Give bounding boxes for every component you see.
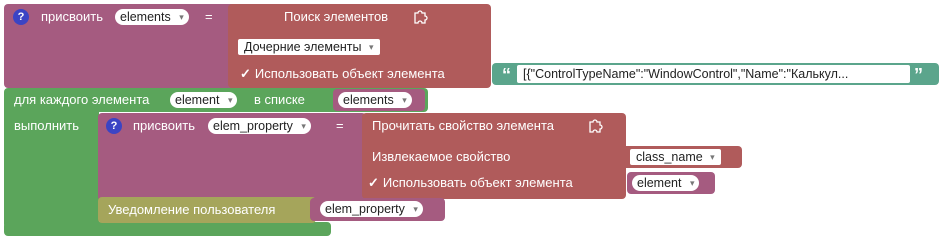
in-list-label: в списке [254,92,305,107]
assign-keyword: присвоить [41,9,104,24]
variable-dropdown-elem-property[interactable]: elem_property ▾ [208,118,311,134]
foreach-block-footer [4,222,331,236]
chevron-down-icon: ▾ [689,178,695,188]
chevron-down-icon: ▾ [402,95,407,105]
property-dropdown[interactable]: class_name ▾ [630,149,721,165]
puzzle-icon[interactable] [411,7,431,27]
puzzle-icon[interactable] [586,116,606,136]
check-icon: ✓ [240,66,251,81]
scope-dropdown[interactable]: Дочерние элементы ▾ [238,39,380,55]
equals-sign: = [336,118,344,133]
variable-name: elements [120,10,171,24]
text-content: [{"ControlTypeName":"WindowControl","Nam… [523,67,849,81]
scope-value: Дочерние элементы [244,40,362,54]
notify-label: Уведомление пользователя [108,202,276,217]
list-variable-dropdown[interactable]: elements ▾ [338,92,412,108]
chevron-down-icon: ▾ [710,152,715,162]
quote-close-icon: ” [914,65,923,85]
object-variable-dropdown[interactable]: element ▾ [632,175,700,191]
chevron-down-icon: ▾ [227,95,233,105]
use-object-label: Использовать объект элемента [382,175,573,190]
find-elements-title: Поиск элементов [284,9,389,24]
do-label: выполнить [14,118,79,133]
variable-dropdown-elements[interactable]: elements ▾ [115,9,189,25]
assign-keyword: присвоить [133,118,196,133]
chevron-down-icon: ▾ [413,204,418,214]
chevron-down-icon: ▾ [301,121,306,131]
notify-variable-name: elem_property [325,202,405,216]
foreach-prefix: для каждого элемента [14,92,150,107]
help-icon[interactable]: ? [106,118,122,134]
equals-sign: = [205,9,213,24]
check-icon: ✓ [368,175,379,190]
quote-open-icon: “ [502,65,511,85]
use-object-label: Использовать объект элемента [254,66,445,81]
notify-variable-dropdown[interactable]: elem_property ▾ [320,201,423,217]
read-property-title: Прочитать свойство элемента [372,118,554,133]
chevron-down-icon: ▾ [179,12,184,22]
property-value: class_name [636,150,703,164]
variable-name: elem_property [213,119,293,133]
help-icon[interactable]: ? [13,9,29,25]
loop-variable-dropdown[interactable]: element ▾ [170,92,238,108]
use-object-checkbox-1[interactable]: ✓ Использовать объект элемента [240,66,445,82]
property-label: Извлекаемое свойство [372,149,511,164]
object-variable-name: element [637,176,682,190]
text-value[interactable]: [{"ControlTypeName":"WindowControl","Nam… [517,65,910,83]
chevron-down-icon: ▾ [369,42,374,52]
list-variable-name: elements [343,93,394,107]
use-object-checkbox-2[interactable]: ✓ Использовать объект элемента [368,175,573,191]
loop-variable-name: element [175,93,220,107]
